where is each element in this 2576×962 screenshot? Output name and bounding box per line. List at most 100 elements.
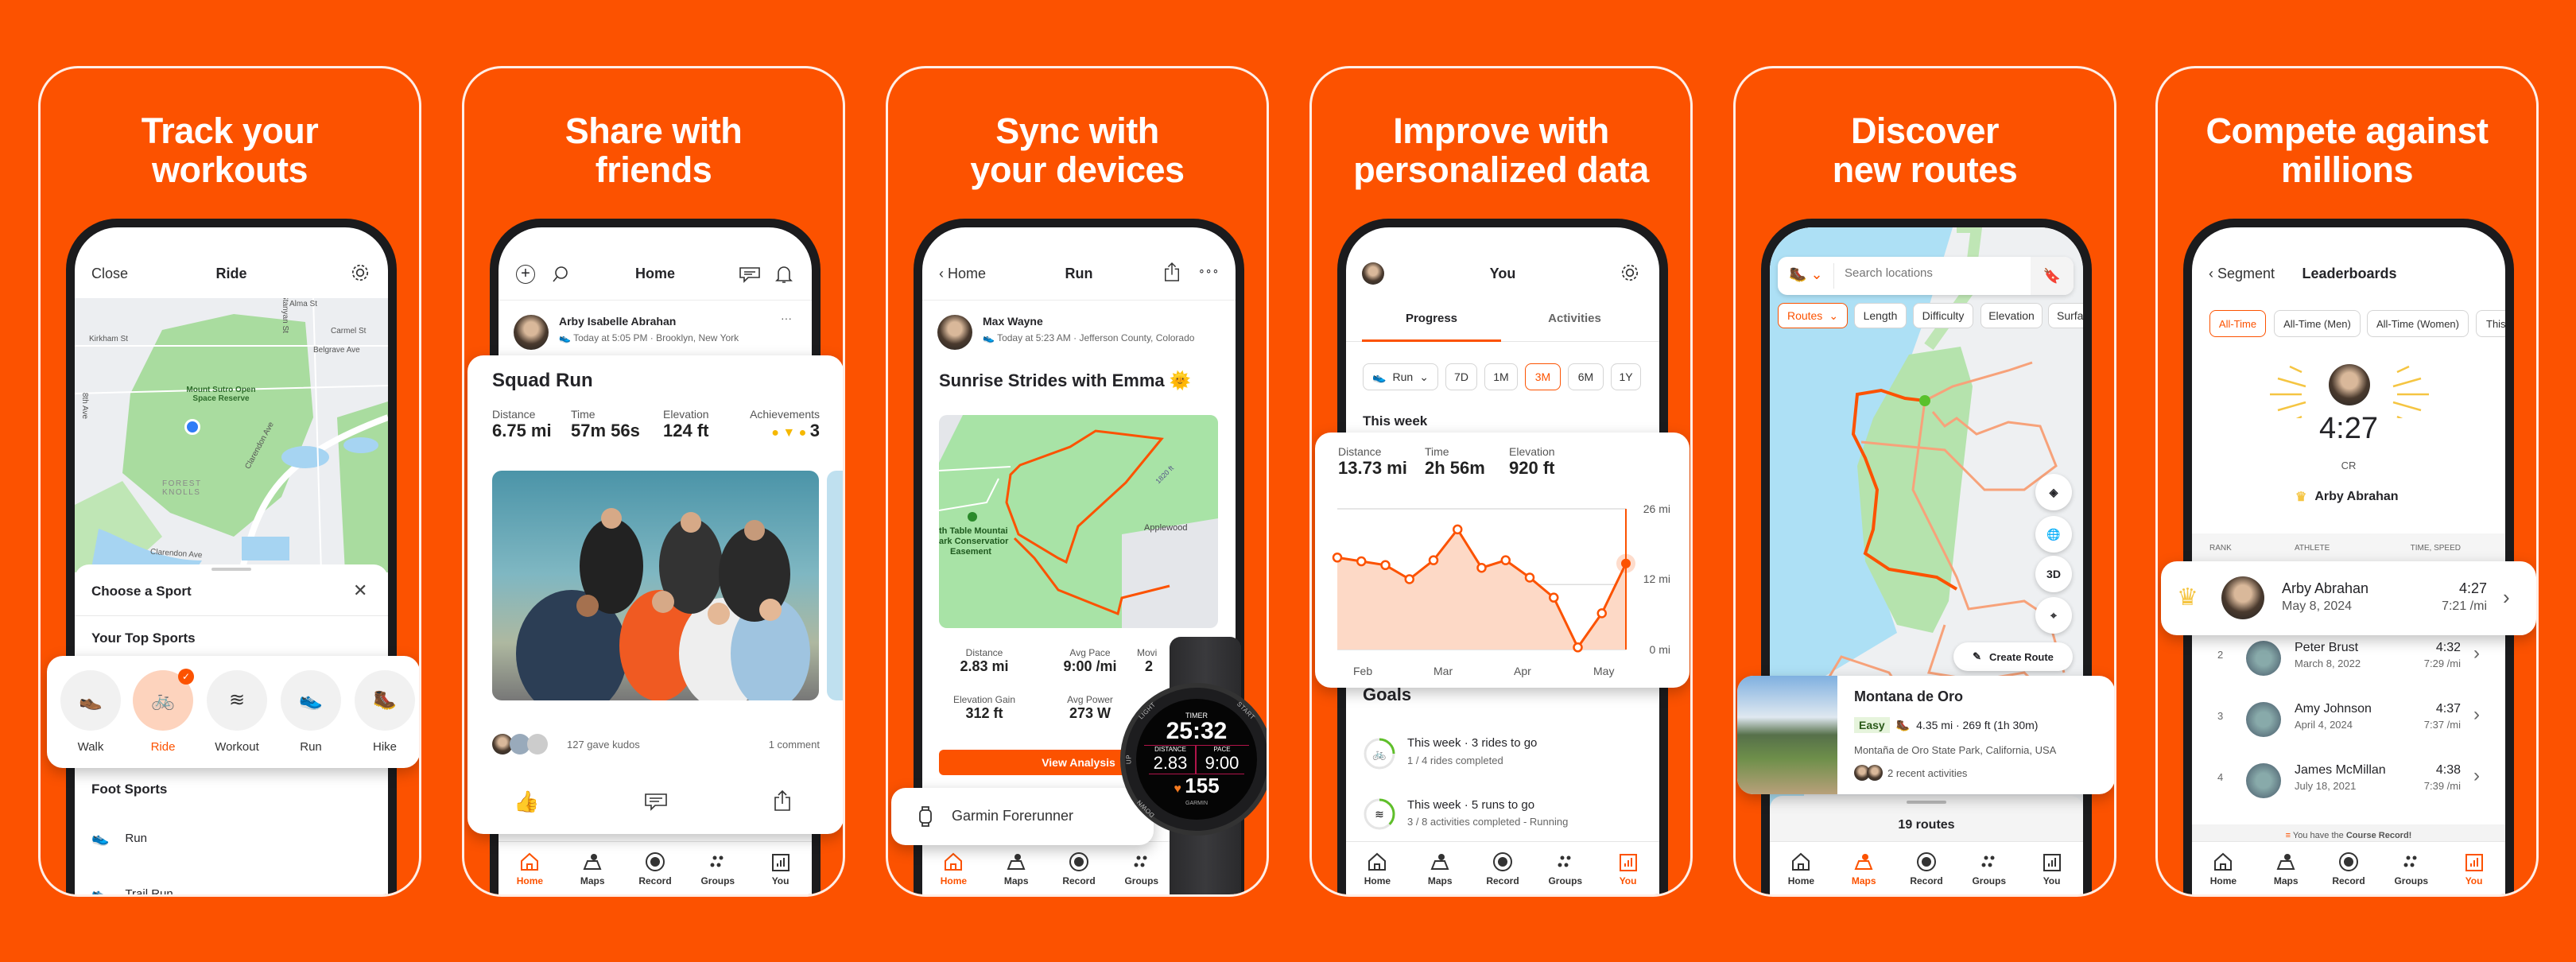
data-point[interactable] [1356,556,1367,567]
sport-item-trail-run[interactable]: 👟 Trail Run [91,886,173,894]
map[interactable]: Kirkham St Carmel St Belgrave Ave Mount … [75,298,388,572]
nav-groups[interactable]: Groups [690,842,746,894]
share-icon[interactable] [1163,261,1181,283]
filter-all-time-women[interactable]: All-Time (Women) [2367,310,2469,337]
distance-chart[interactable] [1315,433,1690,688]
more-options-icon[interactable]: ··· [781,312,792,324]
nav-maps[interactable]: Maps [1412,842,1468,894]
nav-record[interactable]: Record [1051,842,1107,894]
route-card[interactable]: Montana de Oro Easy 🥾 4.35 mi · 269 ft (1h… [1737,676,2114,794]
data-point[interactable] [1453,524,1463,535]
nav-home[interactable]: Home [1773,842,1829,894]
kudos-count[interactable]: 127 gave kudos [567,739,640,751]
activity-photo[interactable] [492,471,819,700]
gear-icon[interactable] [350,262,370,283]
sport-filter-dropdown[interactable]: 👟 Run ⌄ [1363,363,1438,390]
nav-home[interactable]: Home [1349,842,1405,894]
sport-option-run[interactable]: 👟 Run [275,670,347,762]
surface-filter[interactable]: Surfa [2048,303,2083,328]
data-point[interactable] [1500,555,1511,565]
kudos-thumbs-up-icon[interactable]: 👍 [514,789,539,814]
3d-toggle-button[interactable]: 3D [2035,556,2072,592]
device-card[interactable]: Garmin Forerunner [891,788,1154,845]
close-icon[interactable]: ✕ [353,580,367,601]
goal-title[interactable]: This week · 3 rides to go [1407,736,1537,750]
nav-record[interactable]: Record [2321,842,2376,894]
comment-icon[interactable] [644,793,668,812]
filter-all-time-men[interactable]: All-Time (Men) [2274,310,2361,337]
sport-option-workout[interactable]: ≋ Workout [201,670,273,762]
messages-icon[interactable] [739,266,761,283]
record-holder[interactable]: ♛ Arby Abrahan [2295,489,2399,505]
bell-icon[interactable] [775,264,793,285]
activity-card[interactable]: Squad Run Distance 6.75 mi Time 57m 56s El… [467,355,843,834]
chevron-right-icon[interactable]: › [2473,704,2480,726]
nav-you[interactable]: You [1600,842,1656,894]
recent-activities[interactable]: 2 recent activities [1854,765,1967,781]
locate-icon[interactable]: ⌖ [2035,597,2072,634]
athlete-avatar[interactable] [514,315,549,350]
difficulty-filter[interactable]: Difficulty [1913,303,1973,328]
nav-groups[interactable]: Groups [1961,842,2017,894]
leaderboard-row-highlight[interactable]: ♛ Arby Abrahan May 8, 2024 4:27 7:21 /mi… [2161,561,2536,635]
range-6m[interactable]: 6M [1568,363,1604,390]
nav-groups[interactable]: Groups [1538,842,1593,894]
data-point[interactable] [1573,642,1583,653]
nav-maps[interactable]: Maps [988,842,1044,894]
data-point[interactable] [1549,592,1559,603]
sheet-handle[interactable] [211,568,251,571]
record-holder-avatar[interactable] [2329,364,2370,405]
goal-title[interactable]: This week · 5 runs to go [1407,798,1534,812]
nav-record[interactable]: Record [1899,842,1954,894]
sheet-handle[interactable] [1907,801,1946,804]
filter-all-time[interactable]: All-Time [2209,310,2266,337]
nav-home[interactable]: Home [925,842,981,894]
data-point-selected[interactable] [1621,558,1631,568]
create-route-button[interactable]: ✎ Create Route [1953,642,2073,671]
nav-home[interactable]: Home [502,842,557,894]
nav-maps[interactable]: Maps [1836,842,1891,894]
chevron-right-icon[interactable]: › [2503,585,2510,610]
range-7d[interactable]: 7D [1445,363,1477,390]
leaderboard-row[interactable]: 4 James McMillan July 18, 2021 4:38 7:39 /mi… [2192,752,2505,816]
leaderboard-row[interactable]: 3 Amy Johnson April 4, 2024 4:37 7:37 /mi › [2192,691,2505,754]
next-photo-peek[interactable] [827,471,843,700]
bookmark-icon[interactable]: 🔖 [2031,257,2074,295]
data-point[interactable] [1380,560,1391,571]
search-input[interactable] [1845,266,2019,280]
leaderboard-row[interactable]: 2 Peter Brust March 8, 2022 4:32 7:29 /mi › [2192,630,2505,693]
nav-maps[interactable]: Maps [564,842,620,894]
data-point[interactable] [1332,553,1343,563]
range-1y[interactable]: 1Y [1611,363,1641,390]
nav-you[interactable]: You [2024,842,2080,894]
more-options-icon[interactable]: ∘∘∘ [1198,264,1219,277]
length-filter[interactable]: Length [1854,303,1907,328]
nav-home[interactable]: Home [2195,842,2251,894]
chevron-right-icon[interactable]: › [2473,642,2480,665]
globe-icon[interactable]: 🌐 [2035,516,2072,553]
data-point[interactable] [1596,608,1607,619]
athlete-name[interactable]: Arby Isabelle Abrahan [559,315,676,328]
elevation-filter[interactable]: Elevation [1980,303,2043,328]
chevron-right-icon[interactable]: › [2473,765,2480,787]
comment-count[interactable]: 1 comment [769,739,820,751]
filter-this-year[interactable]: This Y [2476,310,2505,337]
layers-icon[interactable]: ◈ [2035,474,2072,510]
sport-picker[interactable]: 🥾 ⌄ [1789,266,1823,283]
range-1m[interactable]: 1M [1484,363,1518,390]
sport-option-walk[interactable]: 👞 Walk [55,670,126,762]
nav-maps[interactable]: Maps [2258,842,2314,894]
sport-item-run[interactable]: 👟 Run [91,830,147,847]
kudos-avatars[interactable] [492,734,548,754]
athlete-name[interactable]: Max Wayne [983,315,1043,328]
sport-option-hike[interactable]: 🥾 Hike [349,670,419,762]
tab-progress[interactable]: Progress [1362,312,1501,325]
nav-you[interactable]: You [2446,842,2502,894]
sport-option-ride[interactable]: 🚲 ✓ Ride [127,669,199,762]
route-map[interactable]: th Table Mountai ark Conservatior Easement… [939,415,1218,628]
athlete-avatar[interactable] [937,315,972,350]
data-point[interactable] [1524,572,1535,583]
share-icon[interactable] [773,789,792,812]
nav-you[interactable]: You [753,842,809,894]
routes-filter[interactable]: Routes ⌄ [1778,303,1848,328]
